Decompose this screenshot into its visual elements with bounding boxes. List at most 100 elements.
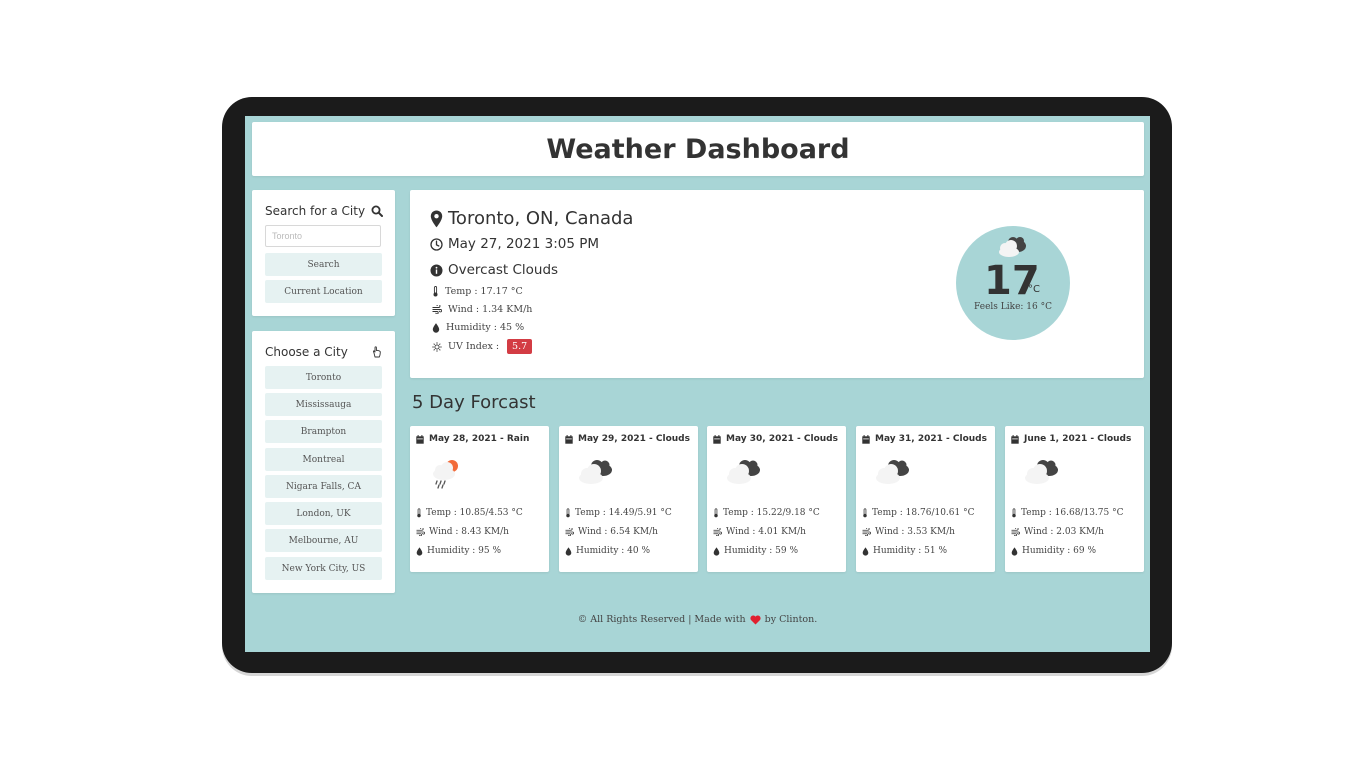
heart-icon [750, 614, 761, 625]
forecast-date-row: May 31, 2021 - Clouds [862, 434, 987, 444]
forecast-wind-row: Wind : 6.54 KM/h [565, 527, 658, 537]
forecast-temp-text: Temp : 16.68/13.75 °C [1021, 508, 1124, 518]
current-description-row: Overcast Clouds [430, 262, 558, 278]
clouds-icon [577, 456, 617, 486]
forecast-temp-text: Temp : 18.76/10.61 °C [872, 508, 975, 518]
forecast-wind-text: Wind : 2.03 KM/h [1024, 527, 1104, 537]
forecast-humidity-text: Humidity : 40 % [576, 546, 651, 556]
forecast-temp-text: Temp : 14.49/5.91 °C [575, 508, 672, 518]
forecast-date-text: June 1, 2021 - Clouds [1024, 434, 1132, 444]
city-button-brampton[interactable]: Brampton [265, 420, 382, 443]
calendar-icon [713, 434, 721, 444]
current-wind-text: Wind : 1.34 KM/h [448, 304, 533, 315]
wind-icon [713, 528, 722, 536]
forecast-temp-row: Temp : 14.49/5.91 °C [565, 508, 672, 518]
calendar-icon [565, 434, 573, 444]
forecast-humidity-row: Humidity : 51 % [862, 546, 947, 556]
map-marker-icon [430, 210, 443, 228]
forecast-card: May 31, 2021 - Clouds Temp : 18.76/10.61… [856, 426, 995, 572]
search-button[interactable]: Search [265, 253, 382, 276]
thermometer-icon [565, 508, 571, 518]
wind-icon [862, 528, 871, 536]
water-drop-icon [1011, 546, 1018, 556]
current-temp-text: Temp : 17.17 °C [445, 286, 523, 297]
current-big-temp: 17 [984, 258, 1040, 304]
page-header: Weather Dashboard [252, 122, 1144, 176]
current-description-text: Overcast Clouds [448, 262, 559, 278]
forecast-temp-row: Temp : 18.76/10.61 °C [862, 508, 975, 518]
forecast-wind-text: Wind : 6.54 KM/h [578, 527, 658, 537]
water-drop-icon [432, 322, 440, 333]
wind-icon [416, 528, 425, 536]
forecast-humidity-row: Humidity : 40 % [565, 546, 650, 556]
forecast-humidity-text: Humidity : 95 % [427, 546, 502, 556]
water-drop-icon [713, 546, 720, 556]
uv-index-badge: 5.7 [507, 339, 533, 354]
forecast-humidity-row: Humidity : 69 % [1011, 546, 1096, 556]
forecast-temp-row: Temp : 16.68/13.75 °C [1011, 508, 1124, 518]
clouds-icon [1023, 456, 1063, 486]
calendar-icon [416, 434, 424, 444]
overcast-clouds-icon [996, 234, 1030, 258]
clock-icon [430, 237, 443, 251]
thermometer-icon [432, 286, 439, 297]
current-location-text: Toronto, ON, Canada [448, 208, 634, 229]
calendar-icon [1011, 434, 1019, 444]
forecast-date-text: May 31, 2021 - Clouds [875, 434, 987, 444]
search-panel-header: Search for a City [265, 204, 383, 218]
current-humidity-text: Humidity : 45 % [446, 322, 525, 333]
current-uv-row: UV Index : 5.7 [432, 339, 533, 354]
current-humidity-row: Humidity : 45 % [432, 322, 524, 333]
search-panel-title: Search for a City [265, 204, 366, 218]
city-panel-title: Choose a City [265, 345, 348, 359]
current-datetime-row: May 27, 2021 3:05 PM [430, 236, 599, 252]
forecast-humidity-text: Humidity : 51 % [873, 546, 948, 556]
forecast-humidity-row: Humidity : 59 % [713, 546, 798, 556]
current-temp-row: Temp : 17.17 °C [432, 286, 523, 297]
wind-icon [1011, 528, 1020, 536]
current-wind-row: Wind : 1.34 KM/h [432, 304, 532, 315]
dashboard-screen: Weather Dashboard Search for a City Sear… [245, 116, 1150, 652]
pointer-hand-icon [371, 346, 383, 358]
footer-text-before: © All Rights Reserved | Made with [577, 614, 746, 625]
forecast-wind-row: Wind : 8.43 KM/h [416, 527, 509, 537]
forecast-temp-row: Temp : 10.85/4.53 °C [416, 508, 523, 518]
wind-icon [432, 305, 442, 314]
current-datetime-text: May 27, 2021 3:05 PM [448, 236, 600, 252]
forecast-card: June 1, 2021 - Clouds Temp : 16.68/13.75… [1005, 426, 1144, 572]
city-button-london[interactable]: London, UK [265, 502, 382, 525]
rain-icon [428, 456, 464, 490]
city-panel: Choose a City Toronto Mississauga Brampt… [252, 331, 395, 593]
forecast-wind-text: Wind : 3.53 KM/h [875, 527, 955, 537]
current-location-row: Toronto, ON, Canada [430, 208, 633, 229]
city-button-mississauga[interactable]: Mississauga [265, 393, 382, 416]
uv-index-label: UV Index : [448, 341, 500, 352]
current-temp-bubble: 17 °C Feels Like: 16 °C [956, 226, 1070, 340]
city-button-toronto[interactable]: Toronto [265, 366, 382, 389]
search-icon [371, 205, 383, 217]
water-drop-icon [862, 546, 869, 556]
forecast-wind-text: Wind : 4.01 KM/h [726, 527, 806, 537]
forecast-temp-row: Temp : 15.22/9.18 °C [713, 508, 820, 518]
search-panel: Search for a City Search Current Locatio… [252, 190, 395, 316]
thermometer-icon [416, 508, 422, 518]
forecast-wind-text: Wind : 8.43 KM/h [429, 527, 509, 537]
city-button-montreal[interactable]: Montreal [265, 448, 382, 471]
city-button-melbourne[interactable]: Melbourne, AU [265, 529, 382, 552]
forecast-humidity-row: Humidity : 95 % [416, 546, 501, 556]
forecast-date-row: May 30, 2021 - Clouds [713, 434, 838, 444]
search-input[interactable] [265, 225, 381, 247]
city-button-niagara-falls[interactable]: Nigara Falls, CA [265, 475, 382, 498]
forecast-humidity-text: Humidity : 59 % [724, 546, 799, 556]
info-circle-icon [430, 264, 443, 277]
forecast-temp-text: Temp : 15.22/9.18 °C [723, 508, 820, 518]
thermometer-icon [1011, 508, 1017, 518]
footer: © All Rights Reserved | Made with by Cli… [245, 614, 1150, 625]
water-drop-icon [565, 546, 572, 556]
calendar-icon [862, 434, 870, 444]
current-location-button[interactable]: Current Location [265, 280, 382, 303]
sun-icon [432, 341, 442, 352]
city-button-new-york[interactable]: New York City, US [265, 557, 382, 580]
temp-unit: °C [1028, 284, 1040, 295]
thermometer-icon [862, 508, 868, 518]
